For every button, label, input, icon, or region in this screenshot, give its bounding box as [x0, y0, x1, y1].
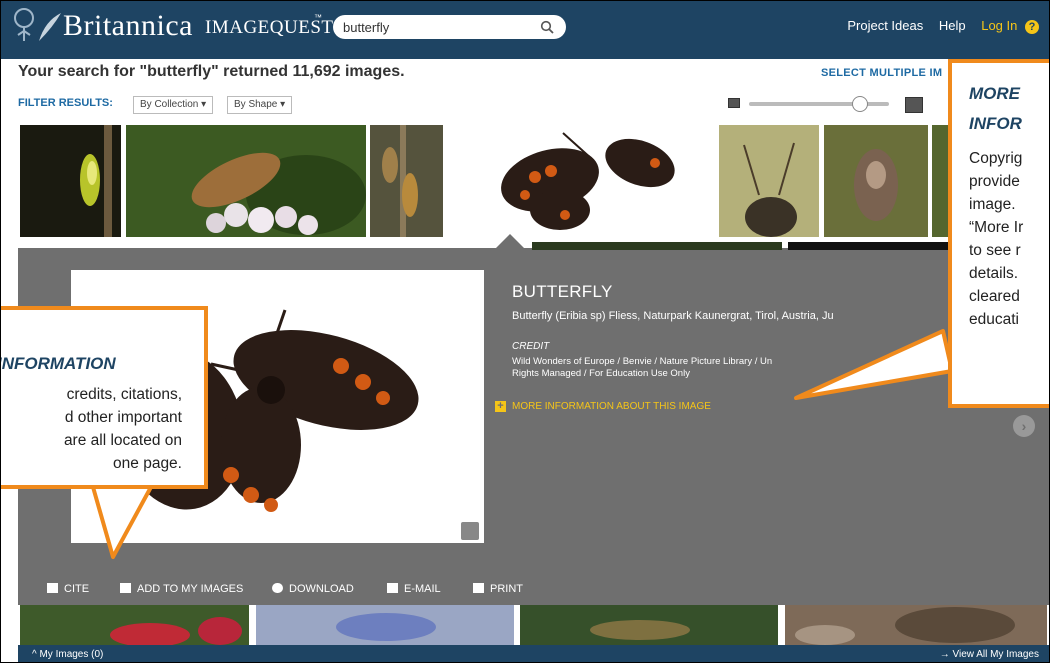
enlarge-image-icon[interactable] — [461, 522, 479, 540]
my-images-toggle[interactable]: ^ My Images (0) — [32, 649, 103, 660]
callout-body: Copyrig provide image. “More Ir to see r… — [969, 147, 1023, 331]
project-ideas-link[interactable]: Project Ideas — [847, 18, 923, 33]
result-thumbnail[interactable] — [370, 125, 443, 237]
credit-heading: CREDIT — [512, 341, 550, 352]
more-information-callout: MORE INFOR Copyrig provide image. “More … — [948, 59, 1049, 408]
callout-heading-line: MORE — [969, 84, 1020, 103]
email-button[interactable]: E-MAIL — [387, 583, 441, 595]
plus-icon[interactable]: + — [495, 401, 506, 412]
result-thumbnail[interactable] — [256, 605, 514, 645]
view-all-my-images-link[interactable]: → View All My Images — [940, 649, 1039, 660]
email-label: E-MAIL — [404, 583, 441, 595]
result-thumbnail[interactable] — [520, 605, 778, 645]
callout-heading-line: INFOR — [969, 114, 1022, 133]
result-thumbnail[interactable] — [20, 605, 249, 645]
result-thumbnail-selected[interactable] — [465, 125, 709, 237]
by-shape-dropdown[interactable]: By Shape ▾ — [227, 96, 293, 114]
search-icon[interactable] — [540, 20, 554, 34]
cite-label: CITE — [64, 583, 90, 595]
slider-handle[interactable] — [851, 96, 868, 112]
by-collection-dropdown[interactable]: By Collection ▾ — [133, 96, 214, 114]
callout-body: credits, citations, d other important ar… — [1, 383, 182, 475]
callout-heading: MORE INFOR — [969, 79, 1022, 139]
callout-line: d other important — [64, 409, 182, 426]
result-thumbnail[interactable] — [719, 125, 819, 237]
more-information-link[interactable]: MORE INFORMATION ABOUT THIS IMAGE — [512, 401, 711, 412]
result-thumbnail[interactable] — [126, 125, 366, 237]
callout-line: are all located on — [63, 432, 182, 449]
download-button[interactable]: DOWNLOAD — [272, 583, 354, 595]
top-header: Britannica IMAGEQUEST ™ Project Ideas He… — [1, 1, 1049, 59]
information-callout: INFORMATION credits, citations, d other … — [0, 306, 208, 489]
search-input[interactable] — [343, 18, 533, 36]
help-question-icon[interactable]: ? — [1025, 20, 1039, 34]
image-caption: Butterfly (Eribia sp) Fliess, Naturpark … — [512, 310, 834, 322]
credit-line-1: Wild Wonders of Europe / Benvie / Nature… — [512, 356, 925, 368]
britannica-leaf-icon — [39, 13, 61, 41]
butterfly-closeup-image — [719, 125, 819, 237]
result-thumbnail[interactable] — [20, 125, 121, 237]
callout-line: to see r — [969, 242, 1021, 259]
checkbox-icon — [47, 583, 58, 593]
cite-button[interactable]: CITE — [47, 583, 89, 595]
top-links: Project Ideas Help Log In ? — [847, 18, 1049, 34]
thumbnail-size-slider[interactable] — [749, 102, 889, 106]
chrysalis-image — [20, 125, 121, 237]
callout-line: provide — [969, 173, 1020, 190]
butterfly-on-twig-image — [824, 125, 928, 237]
result-thumbnail[interactable] — [824, 125, 928, 237]
envelope-icon — [387, 583, 398, 593]
dark-butterfly-thumb-image — [501, 132, 675, 230]
cloud-download-icon — [272, 583, 283, 593]
next-image-arrow-icon[interactable]: › — [1013, 415, 1035, 437]
my-images-bar: ^ My Images (0) → View All My Images — [18, 645, 1049, 662]
callout-line: educati — [969, 311, 1019, 328]
callout-line: credits, citations, — [66, 386, 182, 403]
moth-on-branch-image — [370, 125, 443, 237]
panel-pointer — [496, 234, 524, 248]
search-box — [333, 15, 566, 39]
brand-name[interactable]: Britannica — [63, 9, 193, 43]
red-flowers-image — [20, 605, 249, 645]
callout-heading: INFORMATION — [0, 354, 116, 373]
callout-line: “More Ir — [969, 219, 1024, 236]
small-thumbnail-icon[interactable] — [728, 98, 740, 108]
butterfly-on-flowers-image — [126, 125, 366, 237]
printer-icon — [473, 583, 484, 593]
trademark-symbol: ™ — [314, 13, 322, 22]
login-link[interactable]: Log In — [981, 18, 1017, 33]
credit-text: Wild Wonders of Europe / Benvie / Nature… — [512, 356, 925, 380]
callout-line: one page. — [113, 455, 182, 472]
add-to-my-images-label: ADD TO MY IMAGES — [137, 583, 244, 595]
select-multiple-images-link[interactable]: SELECT MULTIPLE IM — [821, 67, 942, 79]
callout-line: image. — [969, 196, 1016, 213]
result-thumbnail[interactable] — [785, 605, 1047, 645]
callout-line: details. — [969, 265, 1019, 282]
print-label: PRINT — [490, 583, 523, 595]
credit-line-1-end: ges Group — [880, 356, 925, 367]
butterfly-on-rock-image — [785, 605, 1047, 645]
callout-line: Copyrig — [969, 150, 1023, 167]
download-label: DOWNLOAD — [289, 583, 354, 595]
results-summary: Your search for "butterfly" returned 11,… — [18, 63, 405, 80]
blue-butterfly-image — [256, 605, 514, 645]
caterpillar-image — [520, 605, 778, 645]
credit-line-1-start: Wild Wonders of Europe / Benvie / Nature… — [512, 356, 773, 367]
filter-results-label: FILTER RESULTS: — [18, 97, 113, 109]
print-button[interactable]: PRINT — [473, 583, 523, 595]
image-icon — [120, 583, 131, 593]
add-to-my-images-button[interactable]: ADD TO MY IMAGES — [120, 583, 243, 595]
imagequest-page: Britannica IMAGEQUEST ™ Project Ideas He… — [0, 0, 1050, 663]
image-title: BUTTERFLY — [512, 282, 613, 301]
callout-line: cleared — [969, 288, 1020, 305]
help-link[interactable]: Help — [939, 18, 966, 33]
credit-line-2: Rights Managed / For Education Use Only — [512, 368, 690, 379]
large-thumbnail-icon[interactable] — [905, 97, 923, 113]
